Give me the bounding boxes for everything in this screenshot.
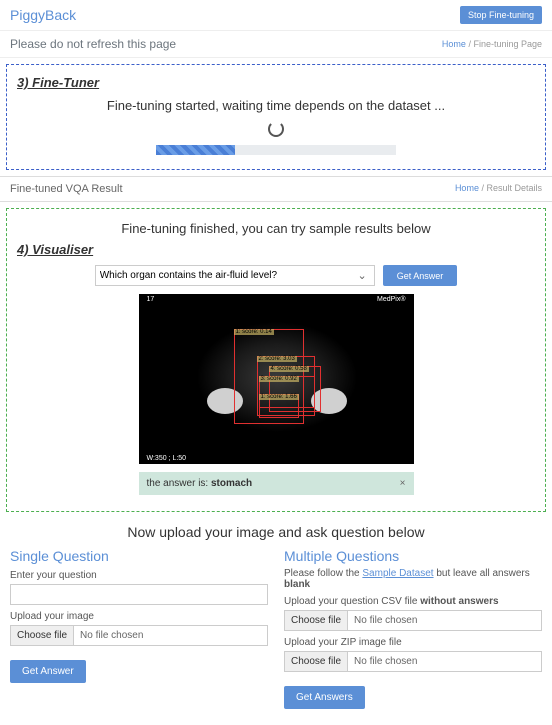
close-icon[interactable]: × xyxy=(400,478,406,489)
choose-file-button[interactable]: Choose file xyxy=(285,611,348,630)
multi-get-answers-button[interactable]: Get Answers xyxy=(284,686,365,709)
answer-value: stomach xyxy=(211,478,252,489)
sample-dataset-link[interactable]: Sample Dataset xyxy=(362,568,433,579)
breadcrumb-home-link[interactable]: Home xyxy=(455,183,479,193)
stop-finetuning-button[interactable]: Stop Fine-tuning xyxy=(460,6,542,24)
finetuner-panel: 3) Fine-Tuner Fine-tuning started, waiti… xyxy=(6,64,546,170)
question-input[interactable] xyxy=(10,584,268,605)
zip-upload-label: Upload your ZIP image file xyxy=(284,637,542,648)
single-question-col: Single Question Enter your question Uplo… xyxy=(10,548,268,709)
multiple-questions-col: Multiple Questions Please follow the Sam… xyxy=(284,548,542,709)
visualiser-panel: Fine-tuning finished, you can try sample… xyxy=(6,208,546,512)
progress-bar xyxy=(156,145,396,155)
image-number: 17 xyxy=(147,296,155,303)
breadcrumb: Home / Fine-tuning Page xyxy=(442,39,542,49)
get-answer-button[interactable]: Get Answer xyxy=(383,265,458,286)
refresh-warning: Please do not refresh this page xyxy=(10,37,176,51)
result-header: Fine-tuned VQA Result xyxy=(10,183,123,195)
medical-image: 17 MedPix® W:350 ; L:50 1: score: 0.142:… xyxy=(139,294,414,464)
upload-header: Now upload your image and ask question b… xyxy=(0,524,552,540)
file-input[interactable]: Choose file No file chosen xyxy=(10,625,268,646)
detection-box: 1: score: 1.66 xyxy=(259,394,299,418)
single-get-answer-button[interactable]: Get Answer xyxy=(10,660,86,683)
breadcrumb: Home / Result Details xyxy=(455,183,542,195)
breadcrumb-home-link[interactable]: Home xyxy=(442,39,466,49)
file-status: No file chosen xyxy=(348,652,423,671)
question-label: Enter your question xyxy=(10,570,268,581)
image-upload-label: Upload your image xyxy=(10,611,268,622)
multi-title: Multiple Questions xyxy=(284,548,542,564)
visualiser-title: 4) Visualiser xyxy=(17,242,535,257)
file-status: No file chosen xyxy=(74,626,149,645)
choose-file-button[interactable]: Choose file xyxy=(285,652,348,671)
brand: PiggyBack xyxy=(10,7,76,23)
finetuner-status: Fine-tuning started, waiting time depend… xyxy=(17,98,535,113)
image-brand: MedPix® xyxy=(377,296,406,303)
choose-file-button[interactable]: Choose file xyxy=(11,626,74,645)
file-status: No file chosen xyxy=(348,611,423,630)
visualiser-status: Fine-tuning finished, you can try sample… xyxy=(17,221,535,236)
spinner-icon xyxy=(268,121,284,137)
finetuner-title: 3) Fine-Tuner xyxy=(17,75,535,90)
csv-file-input[interactable]: Choose file No file chosen xyxy=(284,610,542,631)
zip-file-input[interactable]: Choose file No file chosen xyxy=(284,651,542,672)
multi-description: Please follow the Sample Dataset but lea… xyxy=(284,568,542,590)
csv-upload-label: Upload your question CSV file without an… xyxy=(284,596,542,607)
image-window-level: W:350 ; L:50 xyxy=(147,455,187,462)
question-select[interactable]: Which organ contains the air-fluid level… xyxy=(95,265,375,286)
answer-box: the answer is: stomach × xyxy=(139,472,414,495)
single-title: Single Question xyxy=(10,548,268,564)
